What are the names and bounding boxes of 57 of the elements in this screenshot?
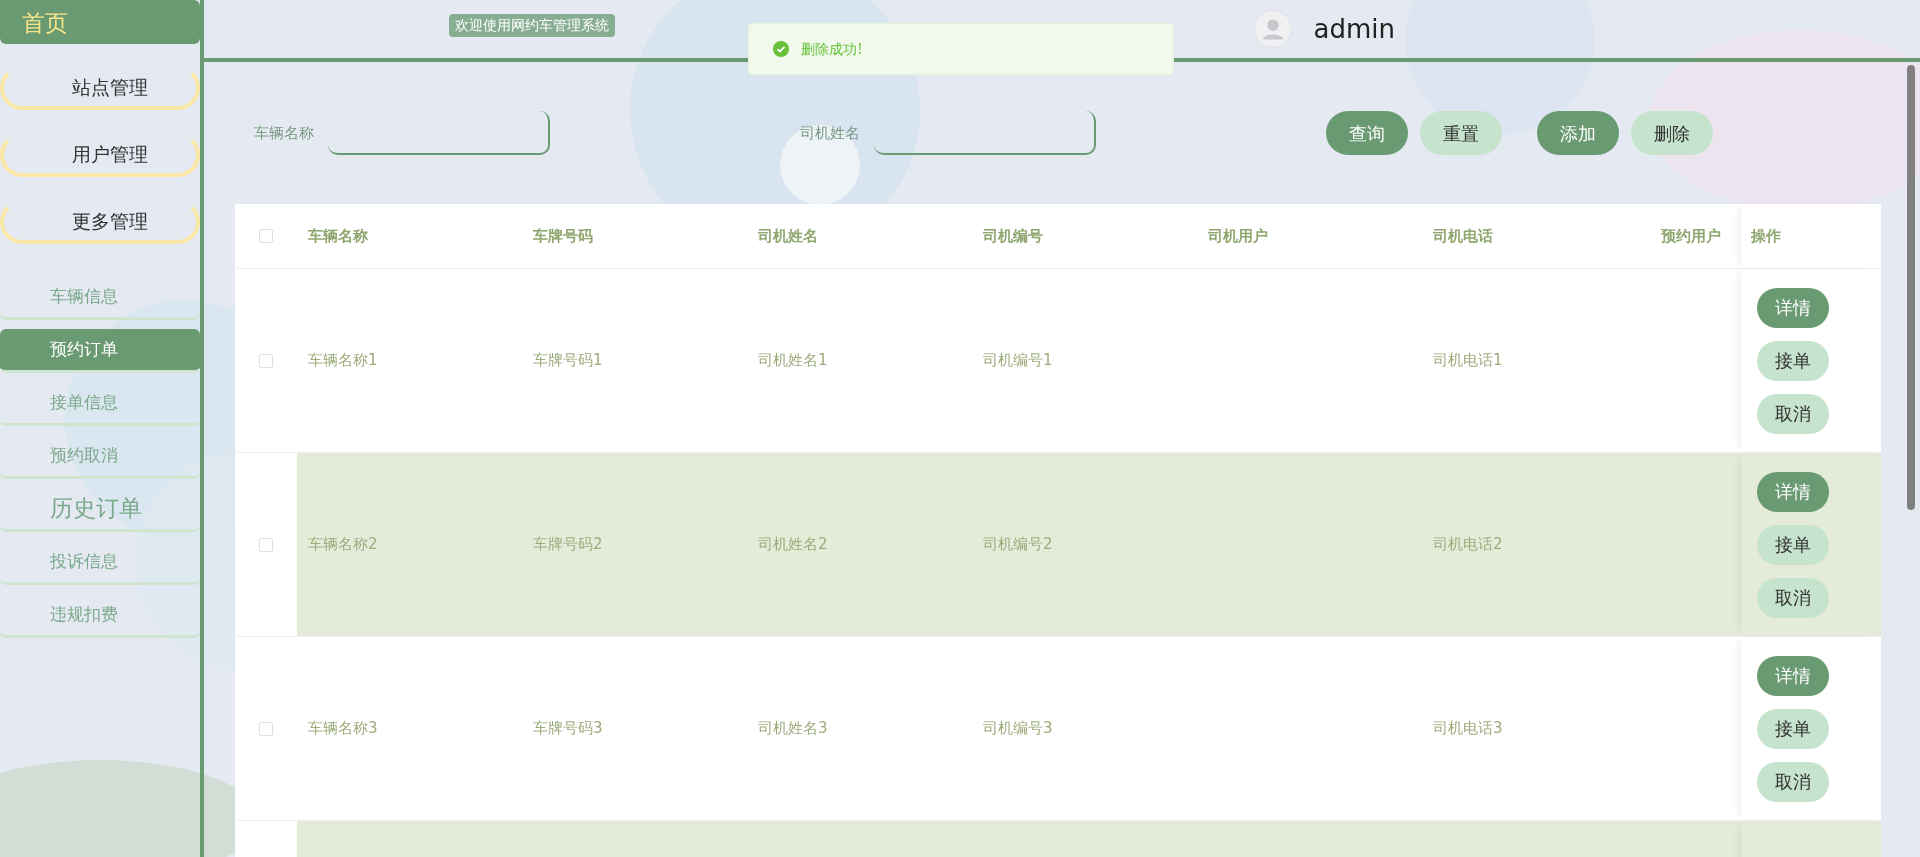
action-button[interactable]: 接单	[1757, 524, 1829, 565]
table-cell-text: 车辆名称1	[308, 350, 378, 372]
table-cell-text: 司机编号1	[983, 350, 1053, 372]
column-header: 司机姓名	[758, 225, 818, 247]
field-label: 司机姓名	[800, 122, 860, 144]
toolbar-button[interactable]: 查询	[1326, 111, 1408, 155]
sidebar-item[interactable]: 车辆信息	[0, 276, 200, 320]
action-button[interactable]: 详情	[1757, 655, 1829, 696]
table-cell-text: 司机姓名3	[758, 718, 828, 740]
sidebar-item[interactable]: 接单信息	[0, 382, 200, 426]
table-cell-text: 司机电话1	[1433, 350, 1503, 372]
action-button[interactable]: 详情	[1757, 471, 1829, 512]
table-cell-text: 司机姓名1	[758, 350, 828, 372]
sidebar-item[interactable]: 违规扣费	[0, 594, 200, 638]
action-button[interactable]: 取消	[1757, 577, 1829, 618]
sidebar-item[interactable]: 预约取消	[0, 435, 200, 479]
table-cell-text: 车牌号码2	[533, 534, 603, 556]
sidebar-item[interactable]: 投诉信息	[0, 541, 200, 585]
column-header: 车牌号码	[533, 225, 593, 247]
table-cell-text: 司机姓名2	[758, 534, 828, 556]
sidebar-item[interactable]: 历史订单	[0, 488, 200, 532]
action-button[interactable]: 接单	[1757, 708, 1829, 749]
table-cell-text: 车辆名称3	[308, 718, 378, 740]
checkbox[interactable]	[259, 537, 273, 552]
column-header: 司机用户	[1208, 225, 1268, 247]
table-cell-text: 车牌号码1	[533, 350, 603, 372]
column-header: 预约用户	[1661, 225, 1721, 247]
checkbox[interactable]	[259, 353, 273, 368]
success-icon	[773, 41, 789, 57]
search-field[interactable]	[328, 111, 550, 155]
checkbox[interactable]	[259, 229, 273, 243]
column-header: 车辆名称	[308, 225, 368, 247]
search-field[interactable]	[874, 111, 1096, 155]
action-button[interactable]: 取消	[1757, 393, 1829, 434]
checkbox[interactable]	[259, 721, 273, 736]
welcome-text: 欢迎使用网约车管理系统	[449, 13, 615, 37]
toolbar-button[interactable]: 重置	[1420, 111, 1502, 155]
table-cell-text: 司机编号2	[983, 534, 1053, 556]
table-cell-text: 司机电话2	[1433, 534, 1503, 556]
table-cell-text: 司机电话3	[1433, 718, 1503, 740]
column-header: 操作	[1751, 225, 1782, 247]
table-cell-text: 司机编号3	[983, 718, 1053, 740]
column-header: 司机电话	[1433, 225, 1493, 247]
action-button[interactable]: 取消	[1757, 761, 1829, 802]
toolbar-button[interactable]: 添加	[1537, 111, 1619, 155]
table-cell-text: 车辆名称2	[308, 534, 378, 556]
toolbar-button[interactable]: 删除	[1631, 111, 1713, 155]
field-label: 车辆名称	[254, 122, 314, 144]
username[interactable]: admin	[1313, 9, 1395, 49]
sidebar-item[interactable]: 预约订单	[0, 329, 200, 373]
action-button[interactable]: 接单	[1757, 340, 1829, 381]
toast-text: 删除成功!	[801, 39, 863, 59]
home-menu-item[interactable]: 首页	[0, 0, 200, 44]
column-header: 司机编号	[983, 225, 1043, 247]
action-button[interactable]: 详情	[1757, 287, 1829, 328]
table-cell-text: 车牌号码3	[533, 718, 603, 740]
scrollbar[interactable]	[1907, 65, 1915, 510]
